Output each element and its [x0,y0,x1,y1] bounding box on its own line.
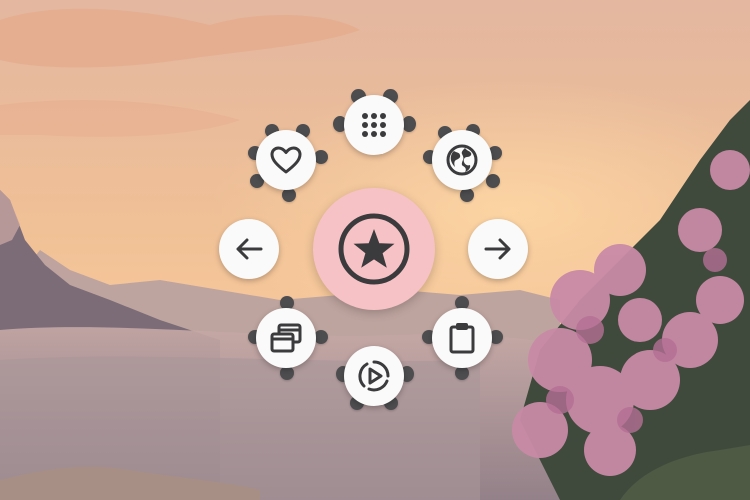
apps-button[interactable] [344,95,404,155]
nub [486,174,500,188]
apps-grid-icon [362,113,386,137]
switch-windows-button[interactable] [256,308,316,368]
nub [455,366,469,380]
clipboard-icon [449,323,475,354]
globe-icon [446,144,478,176]
nub [314,330,328,344]
forward-button[interactable] [468,219,528,279]
favorite-button[interactable] [256,130,316,190]
window-stack-icon [270,323,302,353]
media-button[interactable] [344,346,404,406]
arrow-left-icon [236,238,263,260]
nub [402,116,416,132]
heart-icon [270,146,302,174]
nub [282,188,296,202]
clipboard-button[interactable] [432,308,492,368]
center-favorite-button[interactable] [313,188,435,310]
back-button[interactable] [219,219,279,279]
star-circle-icon [338,213,410,285]
nub [314,150,328,164]
arrow-right-icon [484,238,511,260]
nub [460,188,474,202]
nub [280,366,294,380]
play-circle-icon [358,360,390,392]
browser-button[interactable] [432,130,492,190]
